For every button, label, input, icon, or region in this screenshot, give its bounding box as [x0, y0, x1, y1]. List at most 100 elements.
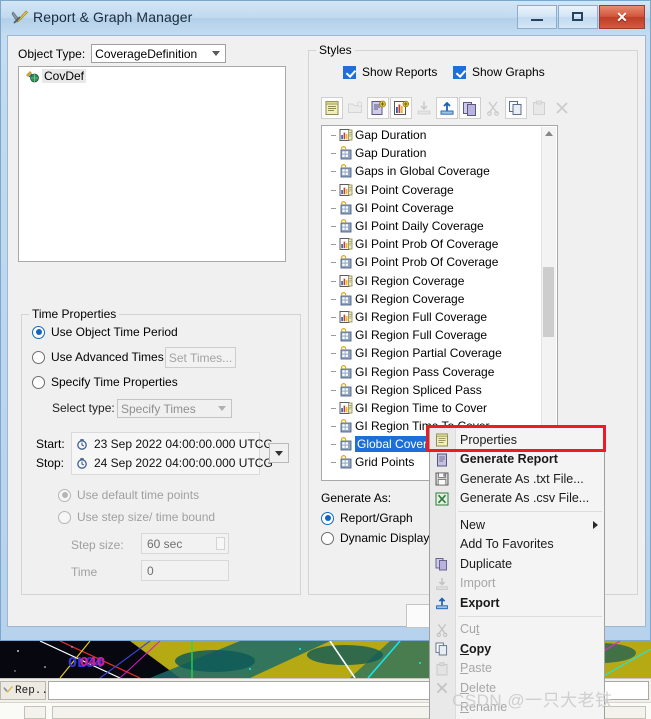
menu-item-rename: Rename: [430, 698, 604, 718]
menu-item-generate-report[interactable]: Generate Report: [430, 450, 604, 470]
radio-use-step-size-time-bound[interactable]: Use step size/ time bound: [58, 510, 215, 524]
copy-icon[interactable]: [505, 97, 527, 119]
time-dropdown-button[interactable]: [269, 443, 289, 463]
menu-item-generate-as-txt-file[interactable]: Generate As .txt File...: [430, 469, 604, 489]
styles-list-item[interactable]: GI Region Partial Coverage: [322, 344, 557, 362]
time-input[interactable]: 0: [141, 560, 229, 581]
radio-label: Report/Graph: [340, 511, 413, 525]
styles-list-item-label: Gap Duration: [355, 128, 427, 143]
object-type-row: Object Type: CoverageDefinition: [18, 44, 227, 63]
styles-list-item[interactable]: GI Region Pass Coverage: [322, 362, 557, 380]
styles-list-item[interactable]: GI Point Prob Of Coverage: [322, 235, 557, 253]
set-times-button[interactable]: Set Times...: [165, 347, 236, 368]
styles-list-item[interactable]: Gap Duration: [322, 126, 557, 144]
styles-list-item[interactable]: GI Region Time to Cover: [322, 399, 557, 417]
time-properties-group: Time Properties Use Object Time Period U…: [21, 307, 301, 595]
svg-text:040: 040: [80, 655, 105, 669]
duplicate-icon: [434, 557, 450, 572]
submenu-arrow-icon: [593, 521, 598, 529]
menu-item-label: Duplicate: [460, 556, 513, 571]
context-menu[interactable]: Properties Generate Report Generate As .tx…: [429, 427, 605, 719]
styles-list-item[interactable]: GI Point Prob Of Coverage: [322, 253, 557, 271]
radio-use-default-time-points[interactable]: Use default time points: [58, 488, 199, 502]
minimize-button[interactable]: [517, 5, 557, 29]
styles-list-item-label: GI Region Partial Coverage: [355, 346, 502, 361]
tree-dash: [331, 207, 336, 209]
minimize-icon: [531, 19, 543, 21]
object-list[interactable]: CovDef: [18, 66, 286, 262]
report-style-icon: [340, 219, 352, 233]
scroll-up-icon[interactable]: [545, 131, 553, 136]
new-folder-icon: [344, 97, 366, 119]
select-type-select[interactable]: Specify Times: [117, 399, 232, 418]
styles-list-item-label: GI Point Prob Of Coverage: [355, 255, 499, 270]
spinner-icon[interactable]: [216, 537, 225, 550]
tree-dash: [331, 335, 336, 337]
checkbox-label: Show Graphs: [472, 65, 545, 79]
new-report-icon[interactable]: [367, 97, 389, 119]
taskbar-app-button[interactable]: Rep...: [0, 681, 55, 700]
scrollbar-thumb[interactable]: [543, 267, 554, 337]
tree-dash: [331, 353, 336, 355]
styles-list-item-label: GI Region Time to Cover: [355, 400, 488, 415]
styles-list-body: Gap Duration Gap Duration Gaps in Global C…: [322, 126, 557, 472]
status-segment: [24, 706, 46, 719]
list-item[interactable]: CovDef: [19, 67, 285, 84]
menu-item-new[interactable]: New: [430, 515, 604, 535]
report-style-icon: [340, 146, 352, 160]
stop-label: Stop:: [36, 456, 65, 470]
radio-specify-time-properties[interactable]: Specify Time Properties: [32, 375, 178, 389]
styles-list-item[interactable]: GI Point Coverage: [322, 181, 557, 199]
maximize-icon: [572, 12, 583, 21]
styles-list-item[interactable]: GI Point Coverage: [322, 199, 557, 217]
menu-item-generate-as-csv-file[interactable]: Generate As .csv File...: [430, 489, 604, 509]
menu-item-copy[interactable]: Copy: [430, 639, 604, 659]
styles-list-item[interactable]: GI Region Coverage: [322, 272, 557, 290]
styles-list-item[interactable]: GI Region Full Coverage: [322, 308, 557, 326]
checkbox-show-reports[interactable]: Show Reports: [343, 65, 437, 79]
chevron-down-icon: [212, 51, 221, 56]
step-size-value: 60 sec: [147, 536, 183, 551]
menu-item-label: Paste: [460, 661, 492, 676]
tree-dash: [331, 371, 336, 373]
report-style-icon: [340, 200, 352, 215]
menu-item-export[interactable]: Export: [430, 593, 604, 613]
radio-icon: [321, 511, 334, 525]
close-button[interactable]: ✕: [599, 5, 645, 29]
maximize-button[interactable]: [558, 5, 598, 29]
styles-list-item[interactable]: Gap Duration: [322, 144, 557, 162]
report-style-icon: [340, 382, 352, 397]
styles-list-item[interactable]: GI Region Coverage: [322, 290, 557, 308]
menu-item-add-to-favorites[interactable]: Add To Favorites: [430, 535, 604, 555]
styles-list-item-label: GI Point Coverage: [355, 182, 454, 197]
menu-item-label: Rename: [460, 700, 508, 715]
menu-item-import: Import: [430, 574, 604, 594]
styles-list-item[interactable]: GI Region Full Coverage: [322, 326, 557, 344]
export-icon[interactable]: [436, 97, 458, 119]
clock-icon: [77, 439, 87, 450]
report-style-icon: [340, 455, 352, 469]
duplicate-icon[interactable]: [459, 97, 481, 119]
styles-list-item[interactable]: GI Point Daily Coverage: [322, 217, 557, 235]
new-graph-icon[interactable]: [390, 97, 412, 119]
styles-list-item[interactable]: Gaps in Global Coverage: [322, 162, 557, 180]
styles-list-item-label: GI Region Coverage: [355, 291, 465, 306]
styles-toolbar: [321, 97, 573, 119]
object-type-value: CoverageDefinition: [95, 46, 198, 61]
radio-use-advanced-times[interactable]: Use Advanced Times: [32, 350, 164, 364]
report-properties-icon[interactable]: [321, 97, 343, 119]
tree-dash: [331, 426, 336, 427]
menu-item-duplicate[interactable]: Duplicate: [430, 554, 604, 574]
import-icon: [434, 576, 450, 591]
object-type-select[interactable]: CoverageDefinition: [91, 44, 227, 63]
radio-use-object-time-period[interactable]: Use Object Time Period: [32, 325, 178, 339]
paste-icon: [434, 661, 450, 676]
menu-item-properties[interactable]: Properties: [430, 430, 604, 450]
step-size-input[interactable]: 60 sec: [141, 533, 229, 554]
delete-icon: [551, 97, 573, 119]
checkbox-show-graphs[interactable]: Show Graphs: [453, 65, 545, 79]
styles-list-item[interactable]: GI Region Spliced Pass: [322, 381, 557, 399]
tree-dash: [331, 316, 336, 318]
tree-dash: [331, 389, 336, 391]
styles-list-item-label: GI Region Full Coverage: [355, 328, 488, 343]
